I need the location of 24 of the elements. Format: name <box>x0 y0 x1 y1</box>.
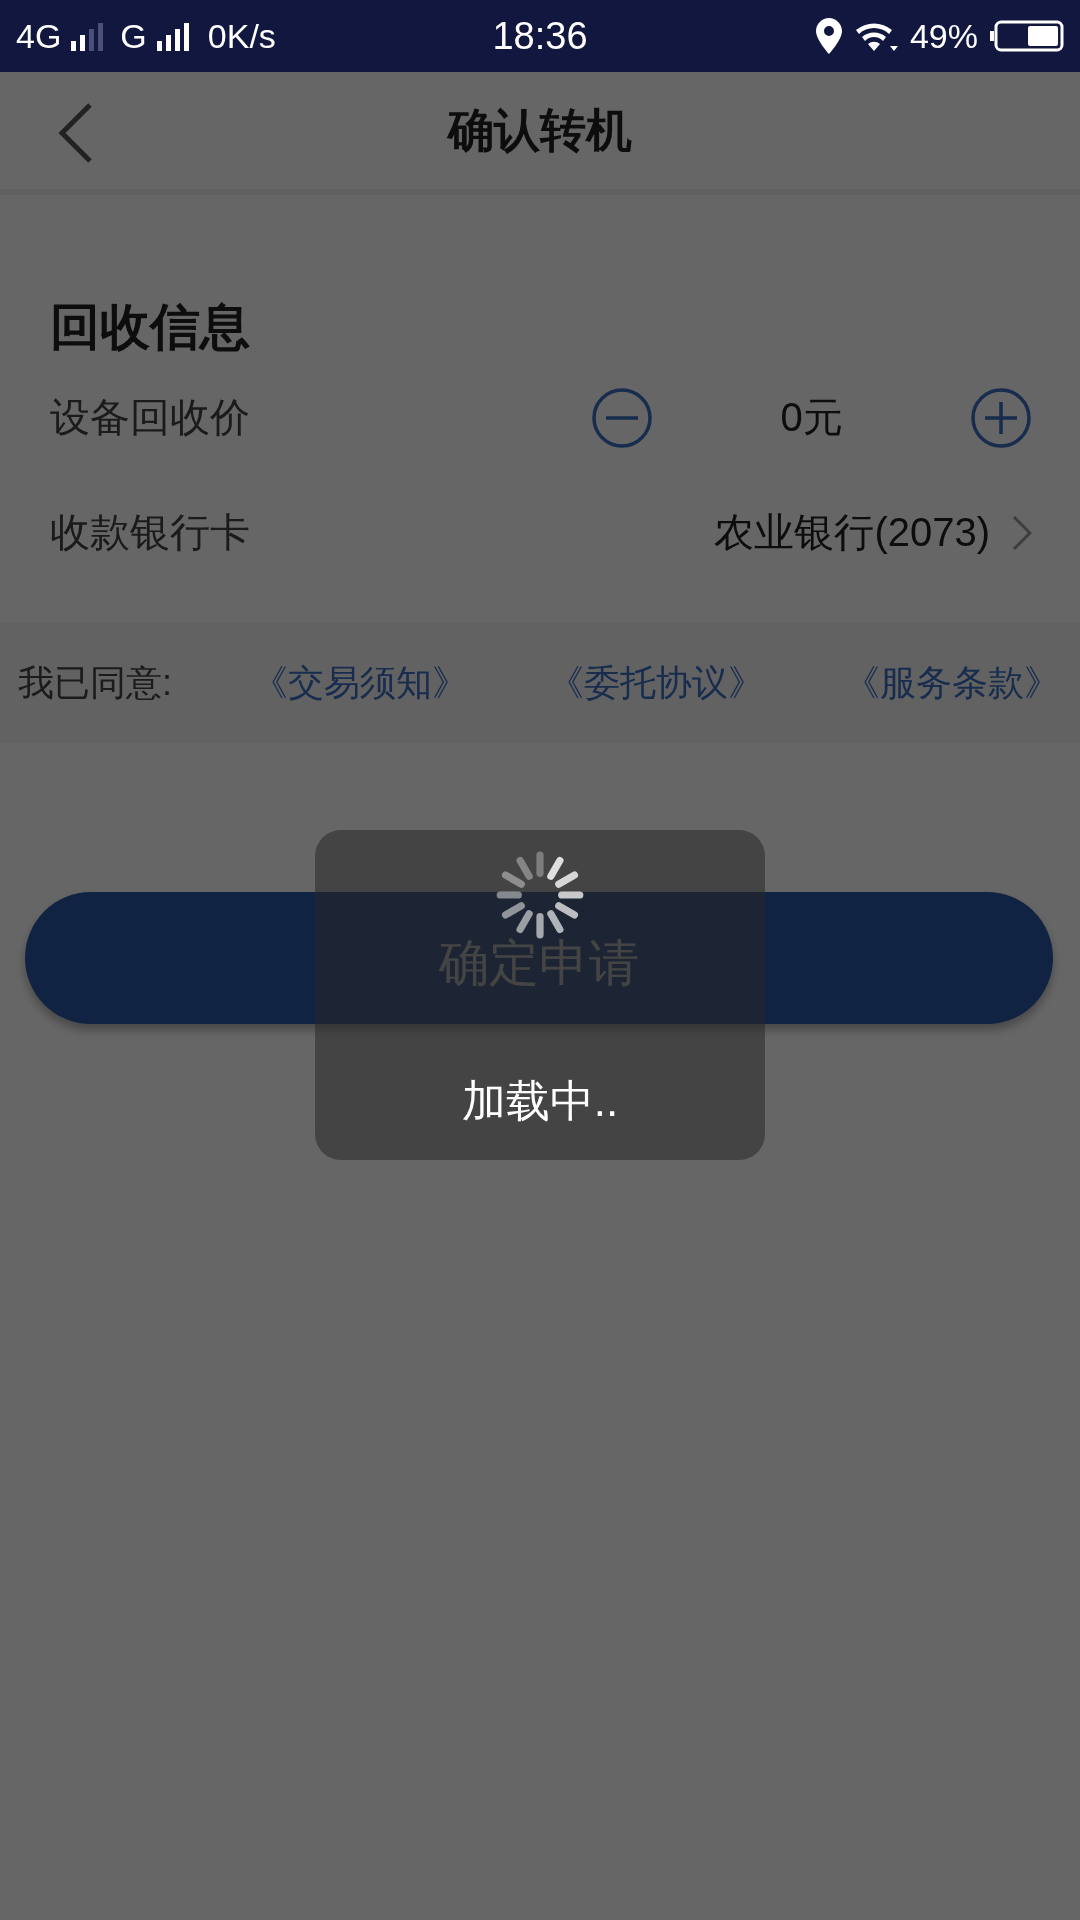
price-value: 0元 <box>779 394 844 441</box>
decrease-button[interactable] <box>591 386 653 449</box>
bank-card-label: 收款银行卡 <box>50 509 250 556</box>
agreement-link[interactable]: 《委托协议》 <box>548 658 764 708</box>
network-speed: 0K/s <box>207 16 276 56</box>
network-type: G <box>120 16 147 56</box>
loading-text: 加载中.. <box>461 1075 619 1127</box>
agreement-label: 我已同意: <box>18 660 172 705</box>
location-pin-icon <box>815 18 842 54</box>
clock: 18:36 <box>492 14 588 57</box>
agreement-link[interactable]: 《交易须知》 <box>252 658 468 708</box>
network-type: 4G <box>16 16 62 56</box>
wifi-icon <box>853 20 898 52</box>
battery-percent: 49% <box>909 16 978 56</box>
page-title: 确认转机 <box>448 102 632 158</box>
chevron-right-icon[interactable] <box>1012 514 1032 551</box>
increase-button[interactable] <box>970 386 1032 449</box>
battery-icon <box>990 20 1064 52</box>
section-title: 回收信息 <box>50 298 251 357</box>
bank-card-value[interactable]: 农业银行(2073) <box>714 505 990 560</box>
price-label: 设备回收价 <box>50 394 250 441</box>
agreement-link[interactable]: 《服务条款》 <box>843 658 1060 708</box>
signal-icon <box>156 21 190 51</box>
signal-icon <box>71 21 105 51</box>
